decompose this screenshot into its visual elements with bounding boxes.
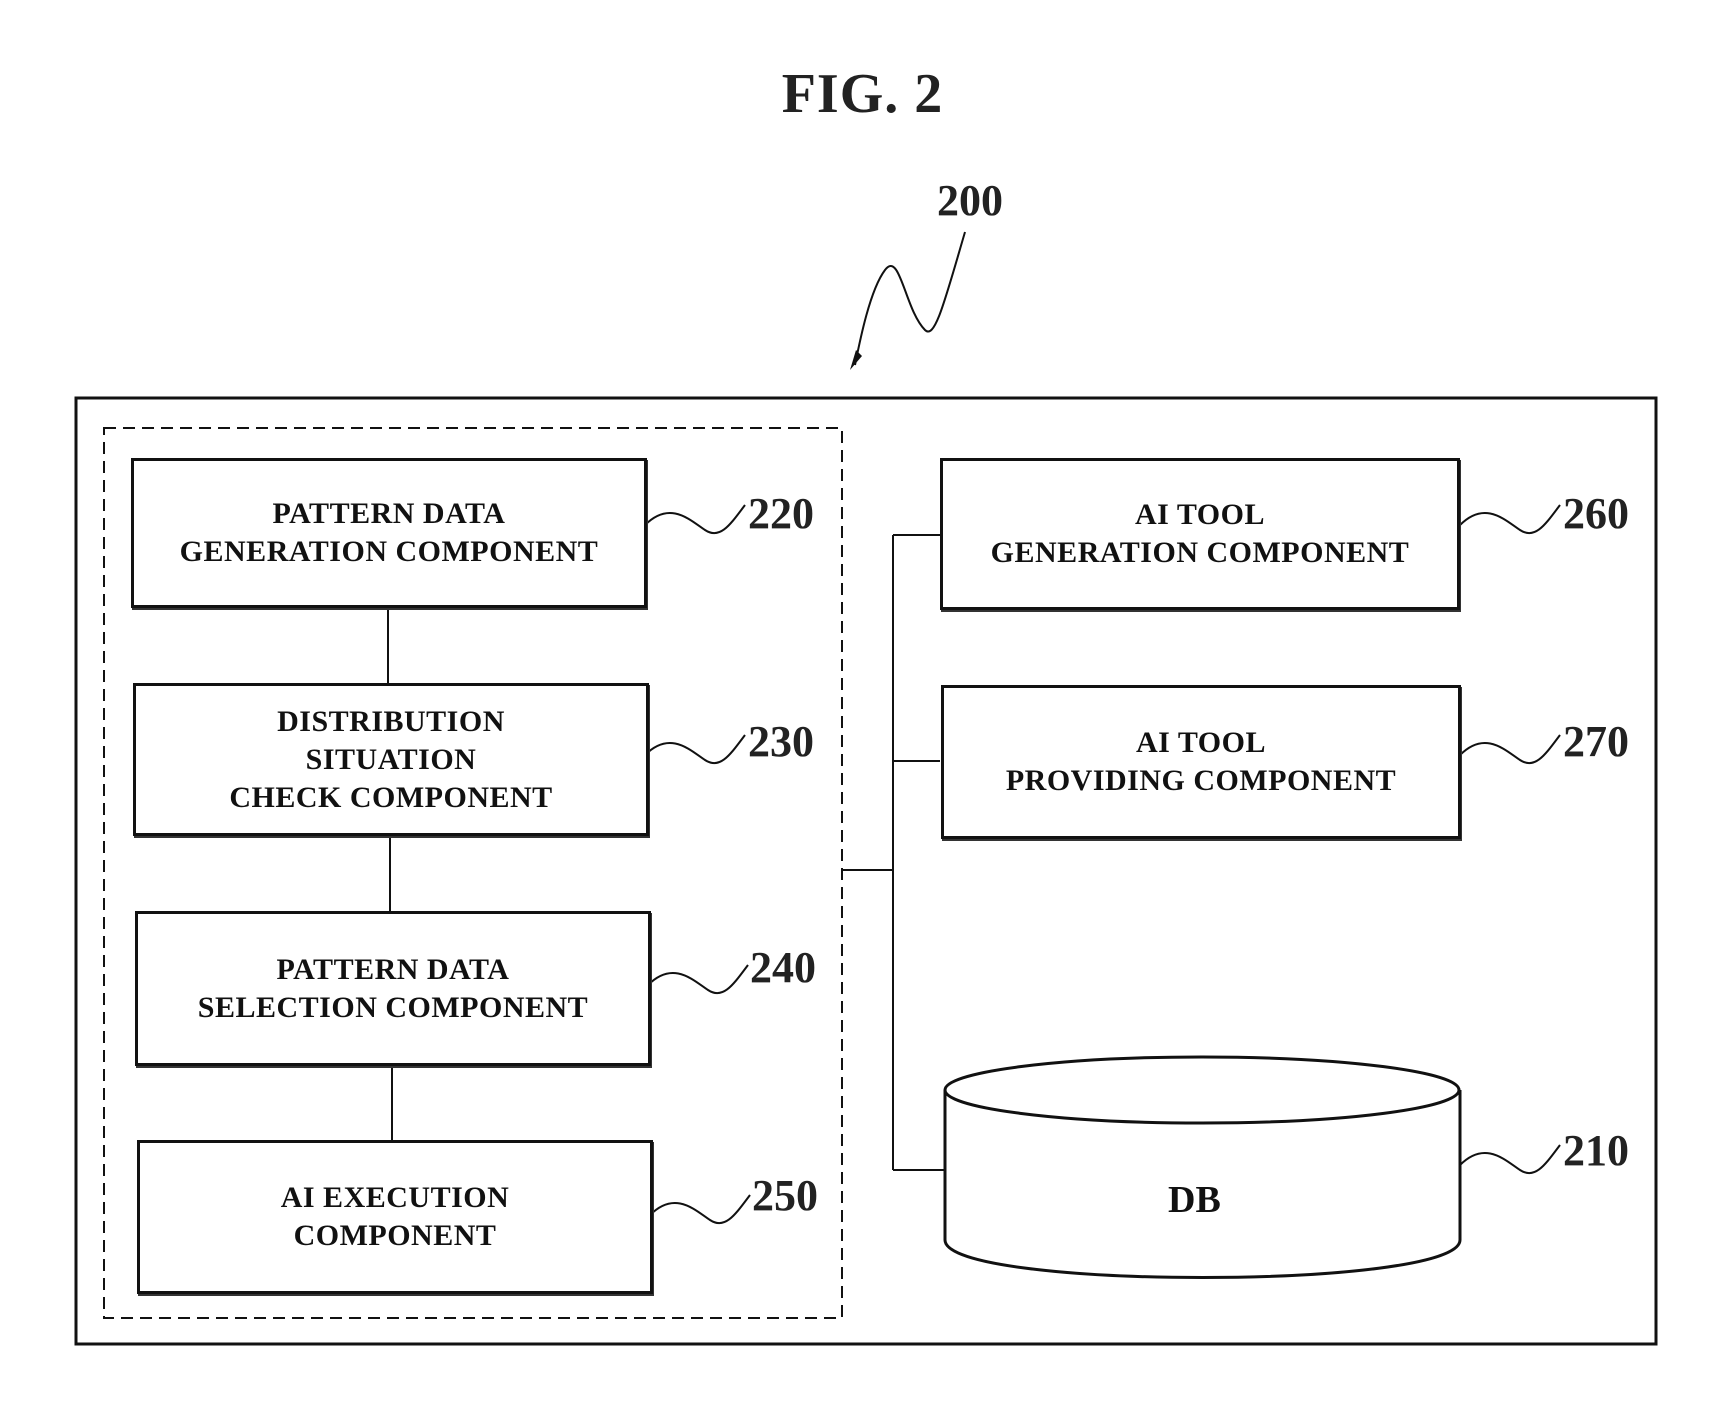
component-label-line: AI TOOL xyxy=(1135,498,1265,531)
leader-240 xyxy=(647,964,749,995)
component-label-line: PROVIDING COMPONENT xyxy=(1005,764,1397,797)
distribution-situation-check-component: DISTRIBUTION SITUATION CHECK COMPONENT xyxy=(133,683,649,836)
ref-270: 270 xyxy=(1563,717,1629,766)
db-cylinder xyxy=(943,1055,1462,1279)
component-label-line: DISTRIBUTION xyxy=(277,704,505,738)
system-ref-arrowhead xyxy=(850,350,862,370)
component-label-line: GENERATION COMPONENT xyxy=(179,535,599,568)
ai-tool-providing-component: AI TOOL PROVIDING COMPONENT xyxy=(941,685,1461,839)
component-label-line: AI EXECUTION xyxy=(280,1181,510,1214)
pattern-data-generation-component: PATTERN DATA GENERATION COMPONENT xyxy=(131,458,647,608)
ref-210: 210 xyxy=(1563,1126,1629,1175)
leader-210 xyxy=(1459,1144,1561,1175)
ai-execution-component: AI EXECUTION COMPONENT xyxy=(137,1140,653,1294)
leader-230 xyxy=(644,734,746,765)
component-label-line: COMPONENT xyxy=(293,1219,497,1252)
leader-250 xyxy=(649,1194,751,1225)
component-label-line: GENERATION COMPONENT xyxy=(990,536,1410,569)
ref-230: 230 xyxy=(748,717,814,766)
ref-220: 220 xyxy=(748,489,814,538)
component-label-line: PATTERN DATA xyxy=(272,497,506,530)
leader-220 xyxy=(644,504,746,535)
leader-270 xyxy=(1459,734,1561,765)
component-label-line: SELECTION COMPONENT xyxy=(197,990,589,1024)
system-ref-number: 200 xyxy=(937,176,1003,225)
ref-240: 240 xyxy=(750,943,816,992)
db-label: DB xyxy=(1168,1179,1221,1221)
ref-260: 260 xyxy=(1563,489,1629,538)
component-label-line: AI TOOL xyxy=(1136,726,1266,759)
ref-250: 250 xyxy=(752,1171,818,1220)
pattern-data-selection-component: PATTERN DATA SELECTION COMPONENT xyxy=(135,911,651,1066)
ai-tool-generation-component: AI TOOL GENERATION COMPONENT xyxy=(940,458,1460,610)
component-label-line: CHECK COMPONENT xyxy=(229,780,553,814)
component-label-line: PATTERN DATA xyxy=(276,952,510,986)
system-ref-leader xyxy=(854,231,966,366)
leader-260 xyxy=(1459,504,1561,535)
component-label-line: SITUATION xyxy=(305,742,477,776)
